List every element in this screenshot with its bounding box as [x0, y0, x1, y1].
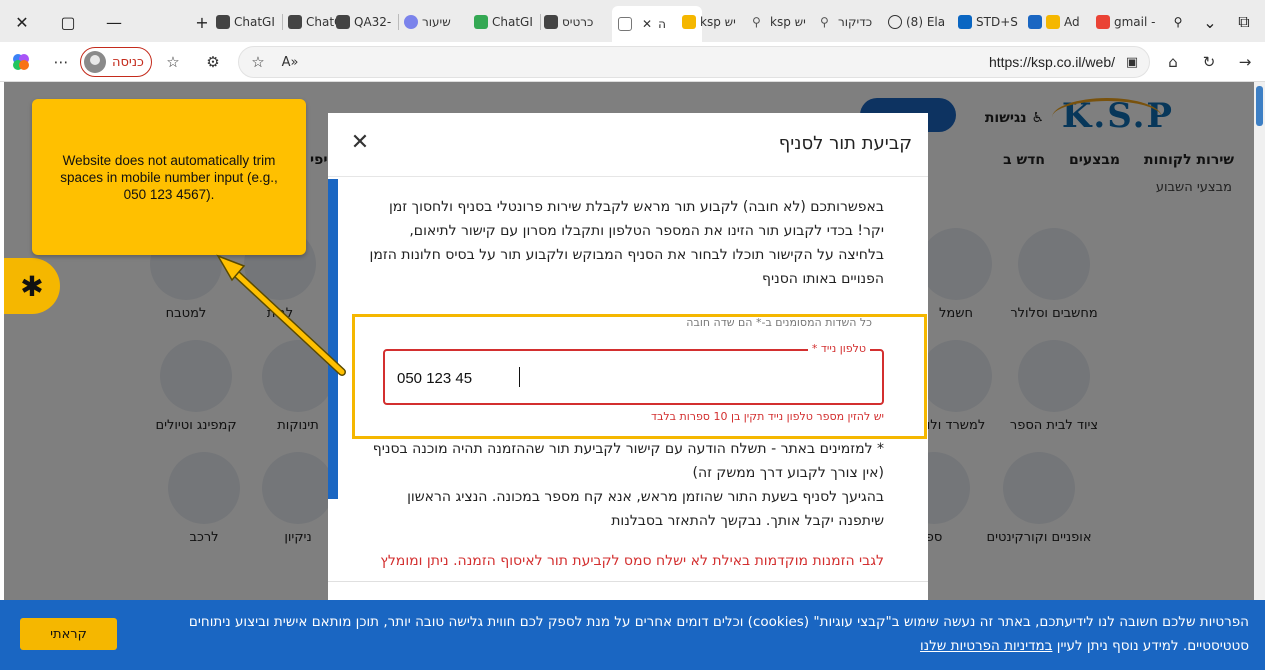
browser-toolbar: ⋯ כניסה ☆ ⚙ ☆ A» https://ksp.co.il/web/ …	[0, 42, 1265, 82]
tab-separator	[398, 14, 399, 30]
cookie-text: הפרטיות שלכם חשובה לנו לידיעתכם, באתר זה…	[139, 610, 1249, 658]
tab-label: gmail -	[1114, 15, 1156, 29]
gmail-icon	[1096, 15, 1110, 29]
ksp-icon	[682, 15, 696, 29]
profile-label: כניסה	[112, 54, 144, 70]
annotation-text: Website does not automatically trim spac…	[60, 152, 278, 202]
chatgpt-icon	[216, 15, 230, 29]
chatgpt-icon	[336, 15, 350, 29]
avatar	[84, 51, 106, 73]
favorites-icon[interactable]: ☆	[160, 50, 186, 74]
close-window-icon[interactable]: ✕	[8, 8, 36, 36]
browser-tab[interactable]: gmail -	[1096, 8, 1162, 36]
search-icon: ⚲	[752, 15, 761, 29]
browser-tab[interactable]: ⚲ כדיקור	[820, 8, 884, 36]
cookie-message: הפרטיות שלכם חשובה לנו לידיעתכם, באתר זה…	[188, 614, 1249, 654]
browser-tab-bar: ✕ ▢ — + ChatGI ChatGl QA32- שיעור ChatGI…	[0, 0, 1265, 42]
info-online-orders: * למזמינים באתר - תשלח הודעה עם קישור לק…	[372, 441, 884, 481]
cookie-banner: הפרטיות שלכם חשובה לנו לידיעתכם, באתר זה…	[0, 600, 1265, 670]
browser-tab[interactable]: Ad	[1028, 8, 1090, 36]
tab-label: כדיקור	[838, 15, 873, 29]
browser-tab[interactable]: (8) Ela	[888, 8, 952, 36]
chatgpt-icon	[288, 15, 302, 29]
chevron-down-icon[interactable]: ⌄	[1196, 8, 1224, 36]
read-aloud-icon[interactable]: A»	[277, 50, 303, 74]
bug-annotation-note: Website does not automatically trim spac…	[32, 99, 306, 255]
browser-tab[interactable]: STD+S	[958, 8, 1022, 36]
scrollbar-thumb[interactable]	[1256, 86, 1263, 126]
tab-label: ChatGI	[234, 15, 275, 29]
accessibility-icon[interactable]: ✱	[4, 258, 60, 314]
modal-header: ✕ קביעת תור לסניף	[328, 113, 928, 177]
info-queue: בהגיעך לסניף בשעת התור שהוזמן מראש, אנא …	[407, 489, 884, 529]
tab-label: ksp יש	[700, 15, 736, 29]
search-icon: ⚲	[820, 15, 829, 29]
chatgpt-icon	[544, 15, 558, 29]
drive-icon	[474, 15, 488, 29]
tab-label: STD+S	[976, 15, 1018, 29]
more-options-icon[interactable]: ⋯	[48, 50, 74, 74]
refresh-icon[interactable]: ↻	[1196, 50, 1222, 74]
modal-accent-bar	[328, 179, 338, 499]
browser-tab[interactable]: כרטיס	[544, 8, 608, 36]
modal-divider	[328, 581, 928, 582]
page-scrollbar[interactable]	[1254, 82, 1265, 600]
page-icon	[618, 17, 632, 31]
url-text: https://ksp.co.il/web/	[988, 54, 1115, 70]
copilot-icon[interactable]	[8, 50, 34, 74]
browser-tab[interactable]: ChatGI	[216, 8, 280, 36]
maximize-window-icon[interactable]: ▢	[54, 8, 82, 36]
tab-label: ChatGI	[492, 15, 533, 29]
site-info-icon[interactable]: ▣	[1119, 50, 1145, 74]
forward-icon[interactable]: →	[1232, 50, 1258, 74]
tab-separator	[282, 14, 283, 30]
new-tab-icon[interactable]: +	[188, 8, 216, 36]
linkedin-icon	[958, 15, 972, 29]
modal-title: קביעת תור לסניף	[778, 133, 912, 154]
close-icon[interactable]: ✕	[348, 131, 372, 155]
search-tabs-icon[interactable]: ⚲	[1164, 8, 1192, 36]
tab-label: כרטיס	[562, 15, 594, 29]
profile-button[interactable]: כניסה	[80, 47, 152, 77]
browser-tab[interactable]: ⚲ ksp יש	[752, 8, 816, 36]
tab-label: Ad	[1064, 15, 1080, 29]
app-icon	[1028, 15, 1042, 29]
tab-label: ה	[658, 17, 666, 31]
privacy-policy-link[interactable]: במדיניות הפרטיות שלנו	[920, 638, 1052, 654]
tab-separator	[540, 14, 541, 30]
app-icon	[1046, 15, 1060, 29]
globe-icon	[888, 15, 902, 29]
bug-highlight-frame	[352, 314, 927, 439]
eilat-notice: לגבי הזמנות מוקדמות באילת לא ישלח סמס לק…	[380, 553, 884, 569]
tab-label: ksp יש	[770, 15, 806, 29]
address-bar[interactable]: ☆ A» https://ksp.co.il/web/ ▣	[238, 46, 1150, 78]
browser-tab[interactable]: שיעור	[404, 8, 468, 36]
zoom-icon	[404, 15, 418, 29]
workspaces-icon[interactable]: ⧉	[1230, 8, 1258, 36]
cookie-accept-button[interactable]: קראתי	[20, 618, 117, 650]
browser-tab[interactable]: ChatGI	[474, 8, 538, 36]
browser-tab[interactable]: QA32-	[336, 8, 398, 36]
browser-tab[interactable]: ksp יש	[682, 8, 746, 36]
modal-intro: באפשרותכם (לא חובה) לקבוע תור מראש לקבלת…	[369, 199, 884, 287]
extensions-icon[interactable]: ⚙	[200, 50, 226, 74]
close-tab-icon[interactable]: ✕	[642, 17, 652, 31]
home-icon[interactable]: ⌂	[1160, 50, 1186, 74]
tab-label: (8) Ela	[906, 15, 946, 29]
tab-label: שיעור	[422, 15, 451, 29]
tab-label: QA32-	[354, 15, 392, 29]
add-favorite-icon[interactable]: ☆	[245, 50, 271, 74]
minimize-window-icon[interactable]: —	[100, 8, 128, 36]
modal-info: * למזמינים באתר - תשלח הודעה עם קישור לק…	[368, 437, 884, 533]
